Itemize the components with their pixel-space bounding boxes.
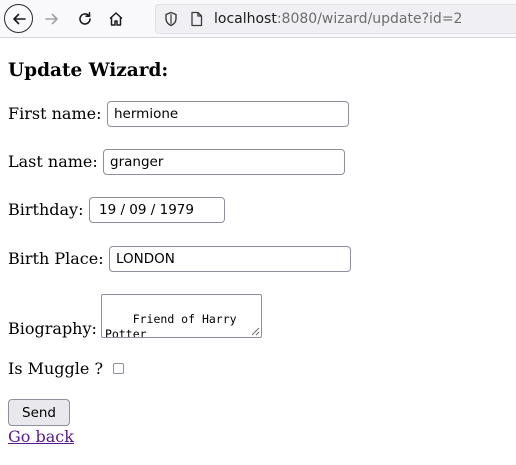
birth-place-label: Birth Place: <box>8 249 104 268</box>
birth-place-input[interactable]: LONDON <box>109 246 351 272</box>
first-name-input[interactable]: hermione <box>107 101 349 127</box>
last-name-label: Last name: <box>8 152 98 171</box>
reload-button[interactable] <box>70 4 100 34</box>
reload-icon <box>79 12 91 25</box>
is-muggle-label: Is Muggle ? <box>8 359 104 378</box>
page-title: Update Wizard: <box>8 60 169 81</box>
biography-label: Biography: <box>8 319 97 338</box>
page-icon <box>190 11 203 31</box>
go-back-link[interactable]: Go back <box>8 427 74 446</box>
browser-toolbar: localhost:8080/wizard/update?id=2 <box>0 0 516 38</box>
biography-text: Friend of Harry Potter <box>105 312 244 338</box>
resize-grip-icon[interactable] <box>250 326 260 336</box>
first-name-label: First name: <box>8 104 102 123</box>
birthday-label: Birthday: <box>8 200 84 219</box>
last-name-input[interactable]: granger <box>103 149 345 175</box>
birthday-date-input[interactable]: 19 / 09 / 1979 <box>89 197 225 223</box>
shield-icon[interactable] <box>164 11 178 31</box>
biography-textarea[interactable]: Friend of Harry Potter <box>101 294 262 338</box>
url-host: localhost <box>214 11 277 27</box>
forward-button[interactable] <box>37 4 67 34</box>
send-button[interactable]: Send <box>8 399 71 426</box>
url-text[interactable]: localhost:8080/wizard/update?id=2 <box>214 11 462 27</box>
back-arrow-icon <box>12 13 26 24</box>
back-button[interactable] <box>4 4 33 33</box>
url-bar[interactable]: localhost:8080/wizard/update?id=2 <box>155 4 516 34</box>
is-muggle-checkbox[interactable] <box>113 363 124 374</box>
home-button[interactable] <box>101 4 131 34</box>
forward-arrow-icon <box>45 13 58 25</box>
home-icon <box>109 12 123 26</box>
url-path: :8080/wizard/update?id=2 <box>276 11 463 27</box>
